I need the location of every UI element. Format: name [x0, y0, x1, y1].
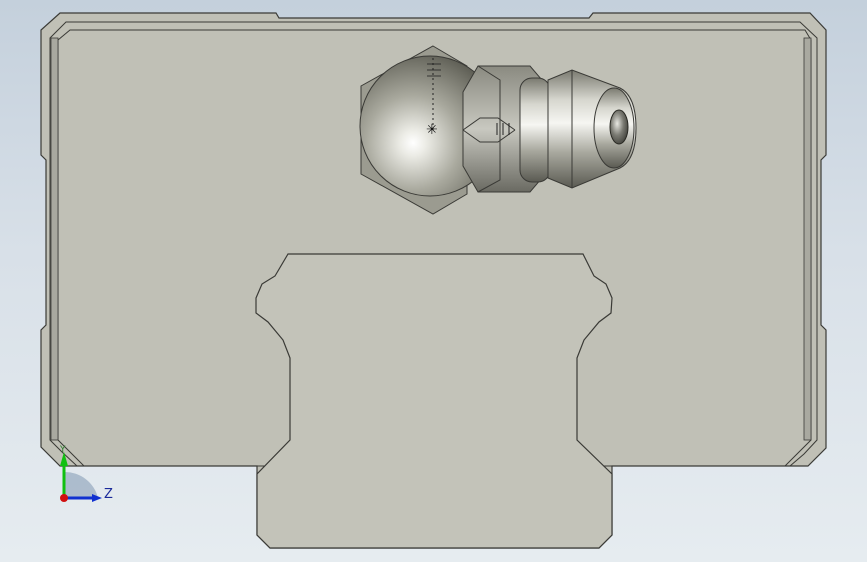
rail-profile: [255, 253, 613, 549]
fitting-neck: [519, 77, 551, 183]
y-axis-label: Y: [59, 445, 66, 455]
left-band-strip: [50, 37, 59, 441]
triad-plane-shade: [64, 471, 98, 498]
fitting-hole: [609, 109, 629, 145]
graphics-viewport[interactable]: ✳ Z Y: [0, 0, 867, 562]
z-axis-label: Z: [104, 487, 113, 502]
origin-marker-icon: ✳: [426, 122, 438, 138]
right-band-strip: [803, 37, 812, 441]
x-axis-dot: [60, 494, 68, 502]
